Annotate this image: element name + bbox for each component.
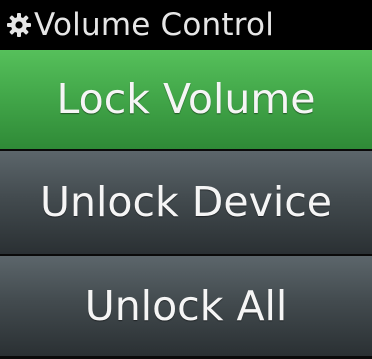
- unlock-device-label: Unlock Device: [39, 178, 332, 226]
- gear-icon: [6, 12, 32, 38]
- unlock-device-button[interactable]: Unlock Device: [0, 151, 372, 256]
- unlock-all-label: Unlock All: [84, 281, 288, 330]
- volume-control-screen: Volume Control Lock Volume Unlock Device…: [0, 0, 372, 359]
- lock-volume-button[interactable]: Lock Volume: [0, 50, 372, 151]
- lock-volume-label: Lock Volume: [56, 75, 316, 123]
- title-bar: Volume Control: [0, 0, 372, 50]
- menu-list: Lock Volume Unlock Device Unlock All: [0, 50, 372, 358]
- page-title: Volume Control: [34, 6, 275, 43]
- unlock-all-button[interactable]: Unlock All: [0, 256, 372, 358]
